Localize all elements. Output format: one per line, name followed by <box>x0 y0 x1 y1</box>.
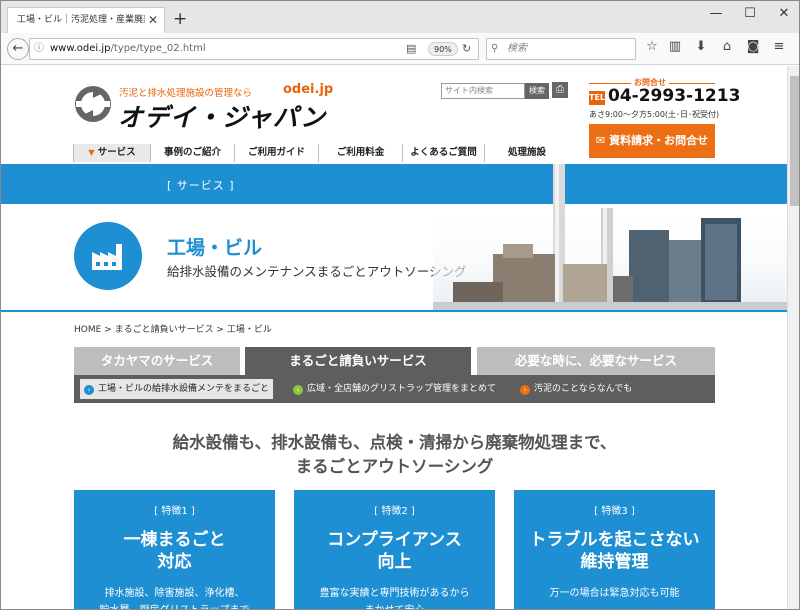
feature-title-line: 向上 <box>377 552 412 572</box>
chevron-right-icon: › <box>84 385 94 395</box>
new-tab-button[interactable]: + <box>173 9 187 29</box>
nav-item-faq[interactable]: よくあるご質問 <box>403 144 485 162</box>
page-title: 工場・ビル <box>167 237 263 259</box>
feature-desc-line: まかせて安心 <box>294 602 495 609</box>
bookmark-star-icon[interactable]: ☆ <box>642 39 662 54</box>
browser-window: 工場・ビル｜汚泥処理・産業廃棄物 ✕ + — ☐ ✕ ← ⓘ www.odei.… <box>0 0 800 610</box>
logo-tagline: 汚泥と排水処理施設の管理なら <box>119 88 253 99</box>
feature-card-3: [ 特徴3 ] トラブルを起こさない 維持管理 万一の場合は緊急対応も可能 <box>514 490 715 609</box>
search-placeholder: 検索 <box>507 43 527 54</box>
feature-card-1: [ 特徴1 ] 一棟まるごと対応 排水施設、除害施設、浄化槽、貯水層、厨房グリス… <box>74 490 275 609</box>
nav-item-cases[interactable]: 事例のご紹介 <box>151 144 235 162</box>
feature-label: [ 特徴2 ] <box>374 506 415 517</box>
feature-desc: 豊富な実績と専門技術があるからまかせて安心 <box>294 585 495 609</box>
tel-badge: TEL <box>589 91 605 105</box>
library-icon[interactable]: ▥ <box>665 39 685 54</box>
triangle-down-icon: ▼ <box>88 148 95 157</box>
print-icon[interactable]: ⎙ <box>552 82 568 98</box>
zoom-badge[interactable]: 90% <box>428 42 458 56</box>
reload-icon[interactable]: ↻ <box>462 39 471 59</box>
reader-view-icon[interactable]: ▤ <box>406 39 416 59</box>
scrollbar-thumb[interactable] <box>790 76 799 206</box>
headline-line-2: まるごとアウトソーシング <box>295 457 494 476</box>
browser-tab[interactable]: 工場・ビル｜汚泥処理・産業廃棄物 ✕ <box>7 7 165 33</box>
hero-factory-image <box>433 164 787 314</box>
back-arrow-icon[interactable]: ← <box>7 38 29 60</box>
feature-title-line: コンプライアンス <box>327 530 462 550</box>
global-nav: ▼ サービス 事例のご紹介 ご利用ガイド ご利用料金 よくあるご質問 処理施設 <box>73 144 569 162</box>
tab-full-service[interactable]: まるごと請負いサービス <box>245 347 471 375</box>
subnav-item-sludge[interactable]: › 汚泥のことならなんでも <box>520 375 632 403</box>
sub-nav: › 工場・ビルの給排水設備メンテをまるごと › 広域・全店舗のグリストラップ管理をま… <box>74 375 715 403</box>
info-icon[interactable]: ⓘ <box>34 39 44 59</box>
section-label: [ サービス ] <box>167 179 235 192</box>
nav-item-label: サービス <box>97 147 136 158</box>
subnav-label: 工場・ビルの給排水設備メンテをまるごと <box>98 384 270 394</box>
feature-label: [ 特徴3 ] <box>594 506 635 517</box>
site-search-input[interactable]: サイト内検索 <box>441 83 525 99</box>
pocket-icon[interactable]: ◙ <box>743 39 763 54</box>
feature-desc-line: 貯水層、厨房グリストラップまで <box>74 602 275 609</box>
url-path: /type/type_02.html <box>110 43 206 54</box>
cta-label: 資料請求・お問合せ <box>609 134 709 147</box>
service-tabs: タカヤマのサービス まるごと請負いサービス 必要な時に、必要なサービス <box>74 347 715 375</box>
navigation-toolbar: ← ⓘ www.odei.jp/type/type_02.html ▤ 90% … <box>1 33 799 65</box>
chevron-right-icon: › <box>293 385 303 395</box>
contact-cta-button[interactable]: ✉ 資料請求・お問合せ <box>589 124 715 158</box>
nav-item-guide[interactable]: ご利用ガイド <box>235 144 319 162</box>
breadcrumb[interactable]: HOME > まるごと請負いサービス > 工場・ビル <box>74 322 272 335</box>
page-scrollbar[interactable] <box>787 66 799 609</box>
close-window-button[interactable]: ✕ <box>772 6 796 21</box>
logo-site-url: odei.jp <box>283 82 334 97</box>
feature-desc: 万一の場合は緊急対応も可能 <box>514 585 715 602</box>
hero-divider <box>1 310 787 312</box>
search-input[interactable]: ⚲ 検索 <box>486 38 636 60</box>
nav-item-pricing[interactable]: ご利用料金 <box>319 144 403 162</box>
feature-desc-line: 豊富な実績と専門技術があるから <box>319 588 470 599</box>
subnav-item-building[interactable]: › 工場・ビルの給排水設備メンテをまるごと <box>80 379 274 399</box>
headline-line-1: 給水設備も、排水設備も、点検・清掃から廃棄物処理まで、 <box>172 433 617 452</box>
logo-name[interactable]: オデイ・ジャパン <box>118 98 326 134</box>
feature-title-line: 維持管理 <box>580 552 649 572</box>
search-icon: ⚲ <box>491 43 499 54</box>
feature-title: 一棟まるごと 対応 <box>74 529 275 573</box>
url-bar[interactable]: ⓘ www.odei.jp/type/type_02.html ▤ 90% ↻ <box>29 38 479 60</box>
download-icon[interactable]: ⬇ <box>691 39 711 54</box>
minimize-button[interactable]: — <box>704 6 728 21</box>
tab-takayama-service[interactable]: タカヤマのサービス <box>74 347 240 375</box>
feature-desc: 排水施設、除害施設、浄化槽、貯水層、厨房グリストラップまで <box>74 585 275 609</box>
feature-title: トラブルを起こさない 維持管理 <box>514 529 715 573</box>
tab-on-demand-service[interactable]: 必要な時に、必要なサービス <box>477 347 715 375</box>
feature-title-line: 一棟まるごと <box>123 530 226 550</box>
feature-title-line: 対応 <box>157 552 192 572</box>
close-tab-icon[interactable]: ✕ <box>148 8 158 32</box>
url-domain: www.odei.jp <box>50 43 111 54</box>
feature-desc-line: 万一の場合は緊急対応も可能 <box>549 588 680 599</box>
subnav-label: 広域・全店舗のグリストラップ管理をまとめて <box>307 384 497 394</box>
tab-title: 工場・ビル｜汚泥処理・産業廃棄物 <box>17 15 145 25</box>
subnav-item-grease-trap[interactable]: › 広域・全店舗のグリストラップ管理をまとめて <box>293 375 496 403</box>
title-bar: 工場・ビル｜汚泥処理・産業廃棄物 ✕ + — ☐ ✕ <box>1 1 799 33</box>
business-hours: あさ9:00〜夕方5:00(土･日･祝受付) <box>589 110 720 119</box>
site-search-button[interactable]: 検索 <box>525 83 549 99</box>
feature-title-line: トラブルを起こさない <box>529 530 700 550</box>
chevron-right-icon: › <box>520 385 530 395</box>
logo-recycle-icon <box>73 84 113 128</box>
mail-icon: ✉ <box>595 134 606 147</box>
feature-label: [ 特徴1 ] <box>154 506 195 517</box>
subnav-label: 汚泥のことならなんでも <box>534 384 633 394</box>
feature-desc-line: 排水施設、除害施設、浄化槽、 <box>104 588 245 599</box>
feature-card-2: [ 特徴2 ] コンプライアンス向上 豊富な実績と専門技術があるからまかせて安心 <box>294 490 495 609</box>
tel-number[interactable]: 04-2993-1213 <box>608 86 740 106</box>
menu-icon[interactable]: ≡ <box>769 39 789 54</box>
page-subtitle: 給排水設備のメンテナンスまるごとアウトソーシング <box>167 264 467 279</box>
page-viewport: 汚泥と排水処理施設の管理なら odei.jp オデイ・ジャパン サイト内検索 検… <box>1 66 787 609</box>
nav-item-facilities[interactable]: 処理施設 <box>485 144 569 162</box>
feature-title: コンプライアンス 向上 <box>294 529 495 573</box>
maximize-button[interactable]: ☐ <box>738 6 762 21</box>
factory-icon <box>74 222 142 290</box>
section-headline: 給水設備も、排水設備も、点検・清掃から廃棄物処理まで、 まるごとアウトソーシング <box>74 431 715 479</box>
home-icon[interactable]: ⌂ <box>717 39 737 54</box>
nav-item-services[interactable]: ▼ サービス <box>73 144 151 162</box>
